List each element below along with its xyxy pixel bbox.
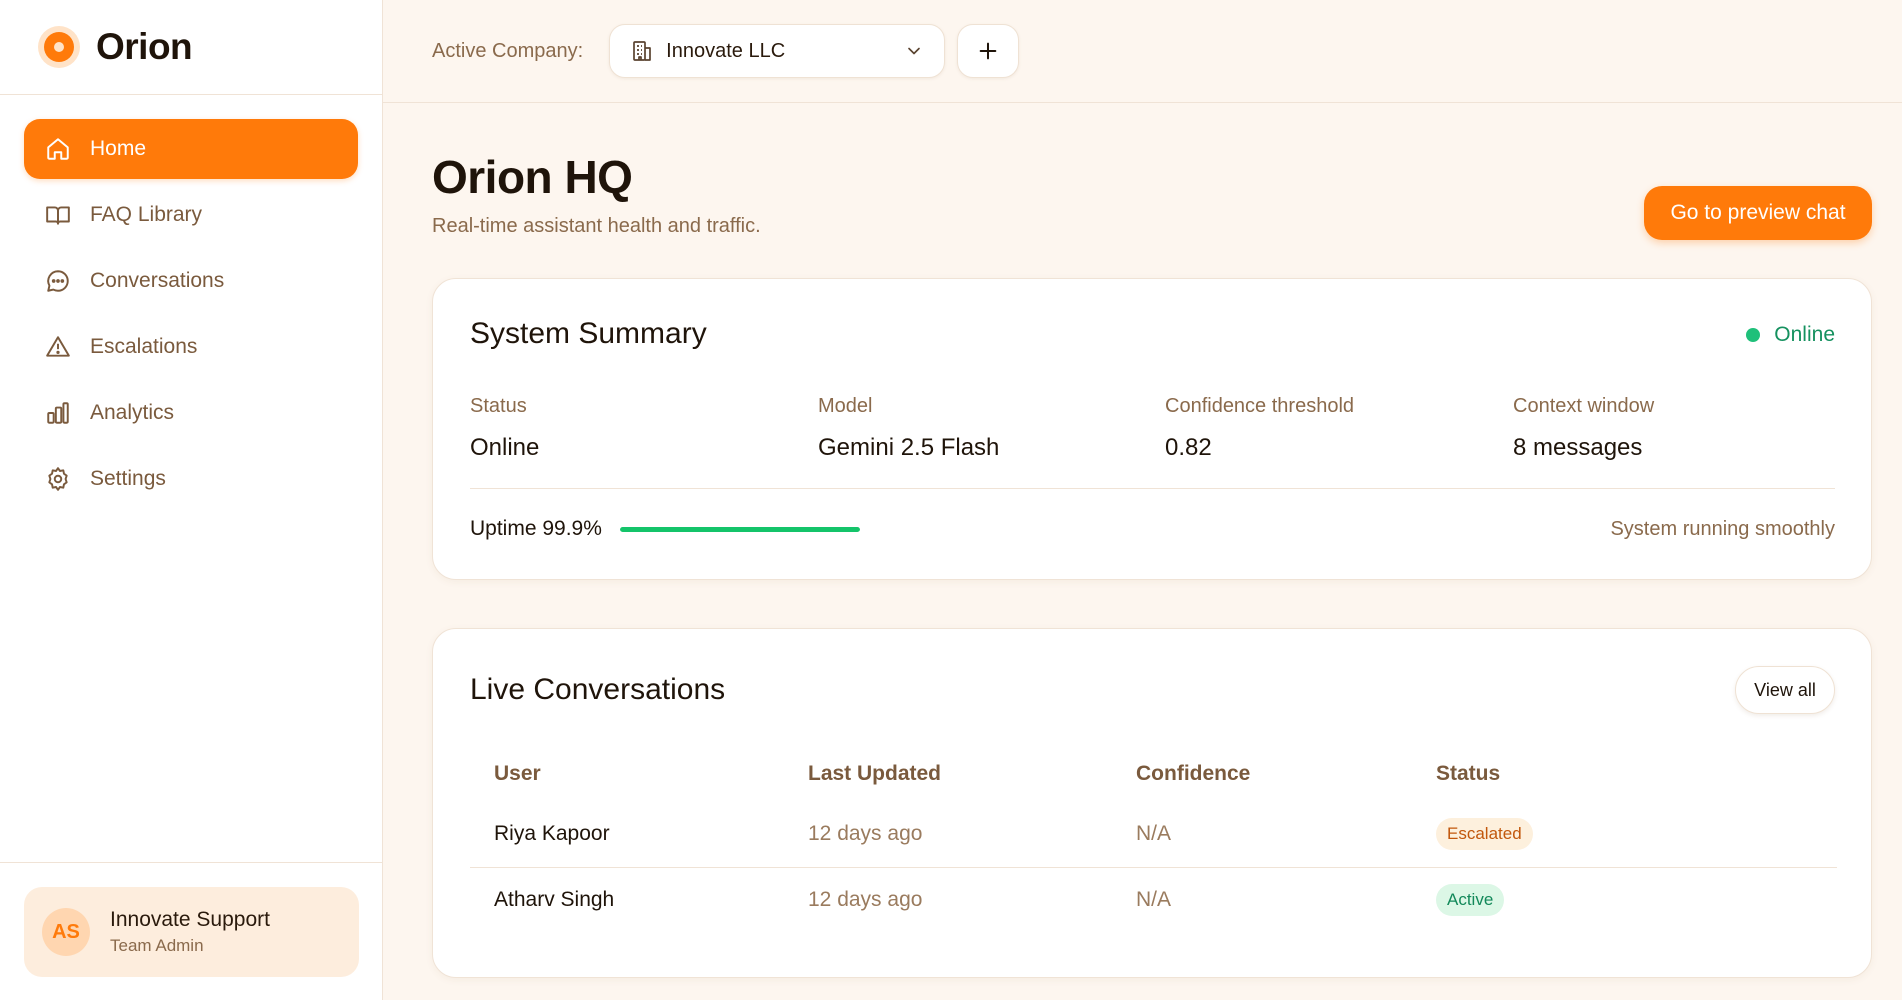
app-name: Orion [96, 26, 193, 67]
profile-name: Innovate Support [110, 908, 270, 931]
book-icon [44, 201, 72, 229]
column-header-confidence[interactable]: Confidence [1112, 747, 1412, 801]
profile-card[interactable]: AS Innovate Support Team Admin [24, 887, 359, 977]
plus-icon [977, 40, 999, 62]
sidebar-item-escalations[interactable]: Escalations [24, 317, 358, 377]
sidebar-item-label: FAQ Library [90, 203, 203, 226]
sidebar-nav: Home FAQ Library Conversations Escalatio… [0, 95, 382, 509]
cell-status: Active [1412, 867, 1837, 933]
status-dot-icon [1746, 328, 1761, 342]
sidebar-item-analytics[interactable]: Analytics [24, 383, 358, 443]
orion-logo-icon [38, 26, 80, 68]
building-icon [630, 39, 654, 63]
uptime-label: Uptime 99.9% [470, 517, 602, 540]
sidebar-item-faq-library[interactable]: FAQ Library [24, 185, 358, 245]
stat-value: 0.82 [1165, 434, 1212, 461]
cell-confidence: N/A [1112, 801, 1412, 868]
gear-icon [44, 465, 72, 493]
system-summary-card: System Summary Online Status Online Mode… [432, 278, 1872, 580]
warning-icon [44, 333, 72, 361]
status-badge-active: Active [1436, 884, 1505, 917]
sidebar-item-label: Escalations [90, 335, 198, 358]
profile-section: AS Innovate Support Team Admin [0, 862, 383, 1000]
stat-value: Gemini 2.5 Flash [818, 434, 1000, 461]
company-select[interactable]: Innovate LLC [609, 24, 946, 78]
view-all-button[interactable]: View all [1735, 666, 1835, 714]
cell-last-updated: 12 days ago [784, 801, 1112, 868]
sidebar-item-settings[interactable]: Settings [24, 449, 358, 509]
table-row[interactable]: Riya Kapoor 12 days ago N/A Escalated [470, 801, 1837, 868]
page-title: Orion HQ [432, 151, 633, 203]
home-icon [44, 135, 72, 163]
chat-bubble-icon [44, 267, 72, 295]
add-company-button[interactable] [957, 24, 1020, 78]
page-subtitle: Real-time assistant health and traffic. [432, 215, 761, 237]
stat-context-window: Context window 8 messages [1513, 395, 1654, 462]
divider [470, 488, 1835, 489]
health-text: System running smoothly [1610, 518, 1835, 540]
conversations-table: User Last Updated Confidence Status Riya… [470, 747, 1837, 933]
table-header-row: User Last Updated Confidence Status [470, 747, 1837, 801]
stat-label: Status [470, 395, 527, 417]
sidebar-item-conversations[interactable]: Conversations [24, 251, 358, 311]
status-badge-label: Online [1774, 323, 1835, 346]
status-badge-escalated: Escalated [1436, 817, 1533, 850]
system-summary-title: System Summary [470, 317, 707, 350]
topbar: Active Company: Innovate LLC [383, 0, 1902, 103]
brand[interactable]: Orion [0, 0, 382, 95]
stat-label: Context window [1513, 395, 1655, 417]
stat-label: Model [818, 395, 873, 417]
live-conversations-title: Live Conversations [470, 673, 726, 706]
live-conversations-card: Live Conversations View all User Last Up… [432, 628, 1872, 978]
cell-user: Atharv Singh [494, 888, 615, 912]
cell-status: Escalated [1412, 801, 1837, 868]
stat-value: Online [470, 434, 540, 461]
sidebar-item-home[interactable]: Home [24, 119, 358, 179]
sidebar-item-label: Analytics [90, 401, 175, 424]
company-select-value: Innovate LLC [666, 39, 786, 62]
column-header-status[interactable]: Status [1412, 747, 1837, 801]
avatar: AS [42, 908, 90, 956]
stat-value: 8 messages [1513, 434, 1643, 461]
stat-label: Confidence threshold [1165, 395, 1355, 417]
stat-status: Status Online [470, 395, 539, 462]
profile-role: Team Admin [110, 936, 204, 955]
sidebar-item-label: Home [90, 137, 147, 160]
sidebar-item-label: Settings [90, 467, 166, 490]
column-header-last-updated[interactable]: Last Updated [784, 747, 1112, 801]
preview-chat-button[interactable]: Go to preview chat [1644, 186, 1872, 240]
cell-confidence: N/A [1136, 888, 1172, 912]
sidebar: Orion Home FAQ Library Conversations Esc… [0, 0, 383, 1000]
chevron-down-icon [904, 41, 924, 61]
cell-last-updated: 12 days ago [808, 888, 923, 912]
sidebar-item-label: Conversations [90, 269, 225, 292]
cell-user: Riya Kapoor [470, 801, 784, 868]
table-row[interactable]: Atharv Singh 12 days ago N/A Active [470, 867, 1837, 933]
stat-model: Model Gemini 2.5 Flash [818, 395, 999, 462]
status-badge: Online [1746, 323, 1835, 347]
stat-confidence-threshold: Confidence threshold 0.82 [1165, 395, 1354, 462]
column-header-user[interactable]: User [470, 747, 784, 801]
company-label: Active Company: [432, 39, 584, 62]
uptime-progress-fill [619, 526, 860, 532]
bar-chart-icon [44, 399, 72, 427]
uptime-progress-bar [619, 526, 860, 532]
uptime: Uptime 99.9% [470, 517, 860, 541]
